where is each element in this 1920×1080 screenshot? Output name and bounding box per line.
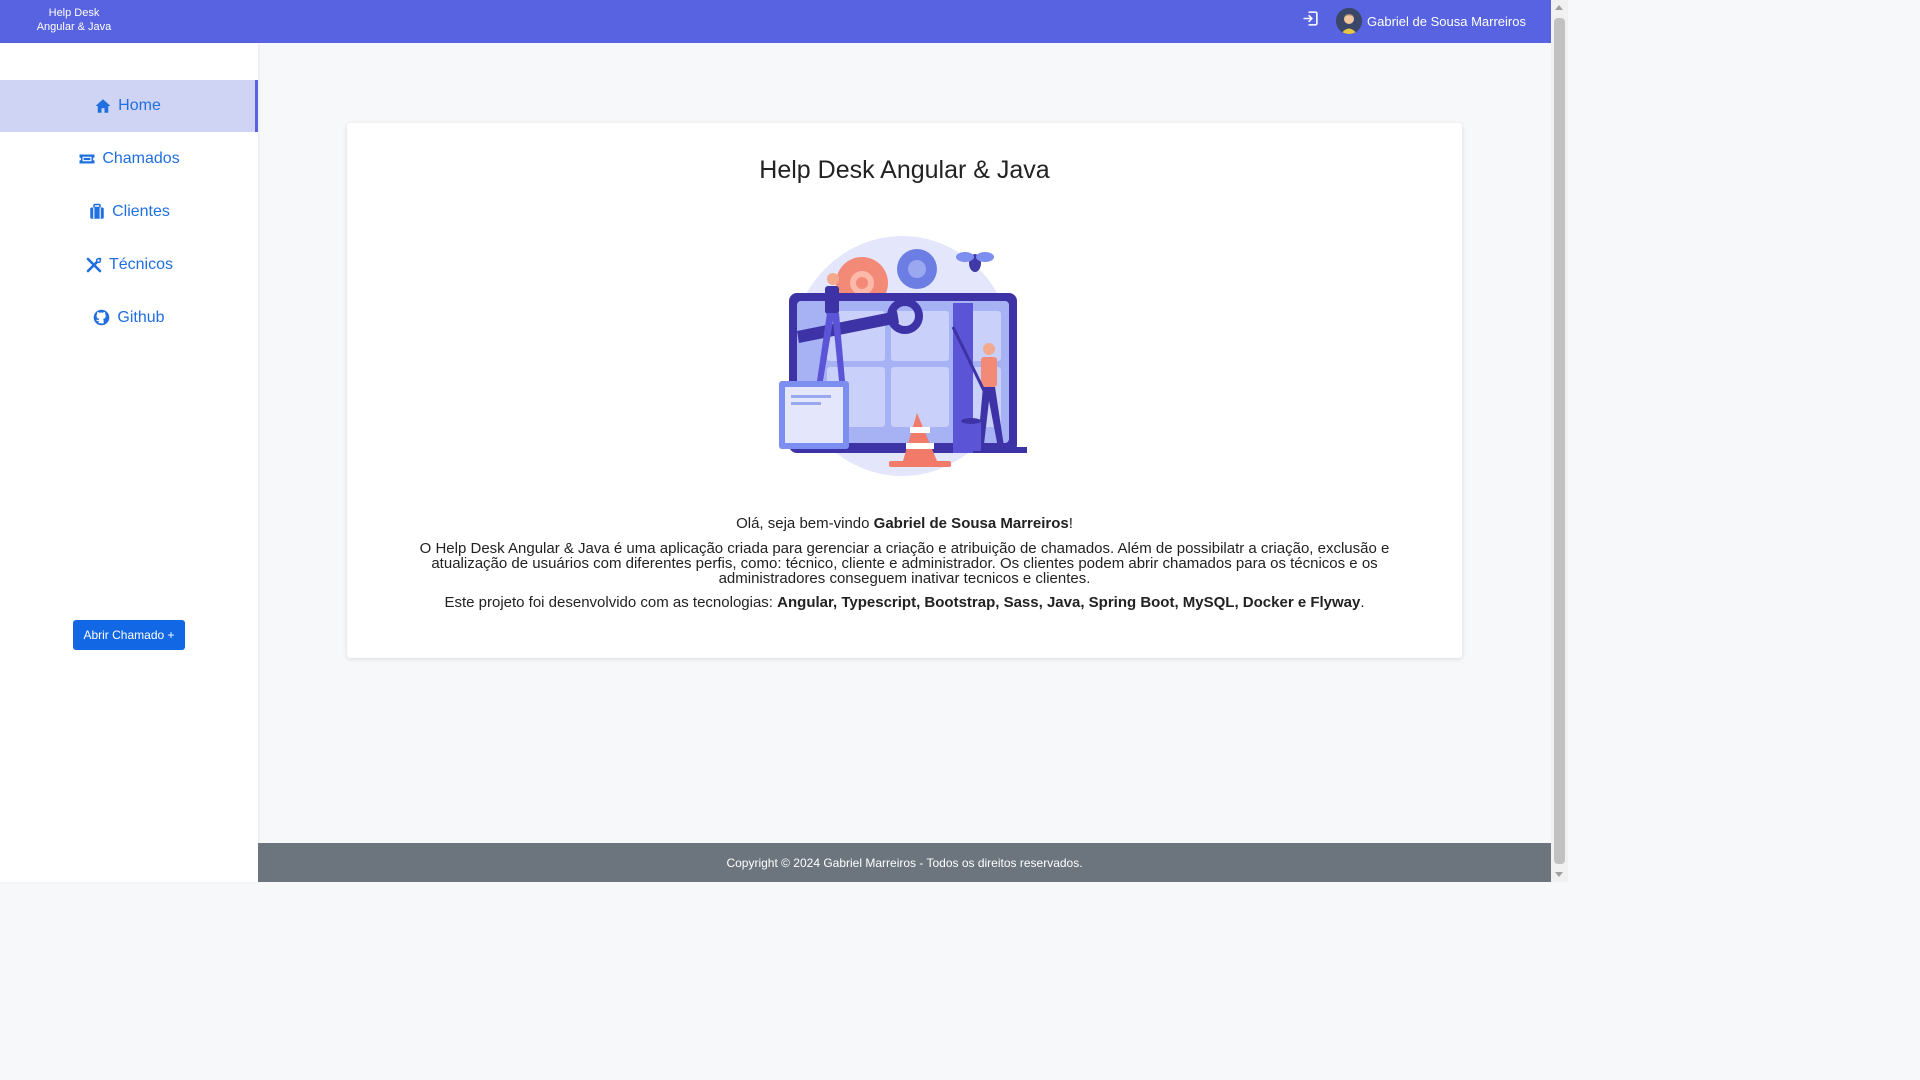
- project-description: O Help Desk Angular & Java é uma aplicaç…: [419, 540, 1390, 587]
- avatar: [1336, 8, 1362, 34]
- sidebar-item-home[interactable]: Home: [0, 80, 258, 132]
- welcome-user-name: Gabriel de Sousa Marreiros: [873, 515, 1069, 532]
- sidebar-item-label: Técnicos: [108, 256, 174, 273]
- sidebar-item-label: Home: [118, 97, 161, 114]
- brand-line-1: Help Desk: [48, 7, 100, 19]
- copyright-text: Copyright © 2024 Gabriel Marreiros - Tod…: [726, 855, 1083, 870]
- sidebar: Home Chamados Clientes Técnicos Github A…: [0, 43, 258, 882]
- footer: Copyright © 2024 Gabriel Marreiros - Tod…: [258, 843, 1551, 882]
- welcome-prefix: Olá, seja bem-vindo: [736, 515, 874, 532]
- sidebar-item-label: Clientes: [112, 203, 170, 220]
- open-ticket-button[interactable]: Abrir Chamado +: [73, 620, 185, 650]
- ticket-icon: [78, 150, 96, 168]
- vertical-scrollbar[interactable]: [1551, 0, 1568, 882]
- user-menu[interactable]: Gabriel de Sousa Marreiros: [1336, 8, 1526, 34]
- tools-icon: [85, 256, 103, 274]
- sidebar-item-clientes[interactable]: Clientes: [0, 186, 258, 238]
- brand-line-2: Angular & Java: [36, 21, 112, 33]
- page-title: Help Desk Angular & Java: [759, 156, 1050, 184]
- welcome-message: Olá, seja bem-vindo Gabriel de Sousa Mar…: [347, 515, 1462, 532]
- tech-list: Angular, Typescript, Bootstrap, Sass, Ja…: [777, 594, 1361, 611]
- tech-prefix: Este projeto foi desenvolvido com as tec…: [444, 594, 778, 611]
- tech-suffix: .: [1360, 594, 1365, 611]
- briefcase-icon: [88, 203, 106, 221]
- top-navbar: Help Desk Angular & Java Gabriel de Sous…: [0, 0, 1551, 43]
- welcome-suffix: !: [1068, 515, 1073, 532]
- home-card: Help Desk Angular & Java Olá, seja bem-v…: [347, 123, 1462, 658]
- sidebar-item-tecnicos[interactable]: Técnicos: [0, 239, 258, 291]
- logout-icon: [1302, 10, 1319, 32]
- scroll-up-arrow[interactable]: [1555, 5, 1563, 10]
- user-name: Gabriel de Sousa Marreiros: [1367, 13, 1526, 29]
- scroll-down-arrow[interactable]: [1555, 872, 1563, 877]
- sidebar-item-chamados[interactable]: Chamados: [0, 133, 258, 185]
- github-icon: [93, 309, 111, 327]
- home-icon: [94, 97, 112, 115]
- scroll-thumb[interactable]: [1554, 18, 1565, 864]
- sidebar-item-label: Chamados: [102, 150, 180, 167]
- brand-logo[interactable]: Help Desk Angular & Java: [22, 6, 126, 34]
- logout-button[interactable]: [1300, 11, 1320, 31]
- technologies-text: Este projeto foi desenvolvido com as tec…: [347, 594, 1462, 611]
- sidebar-item-github[interactable]: Github: [0, 292, 258, 344]
- maintenance-illustration: [777, 231, 1027, 481]
- sidebar-item-label: Github: [117, 309, 165, 326]
